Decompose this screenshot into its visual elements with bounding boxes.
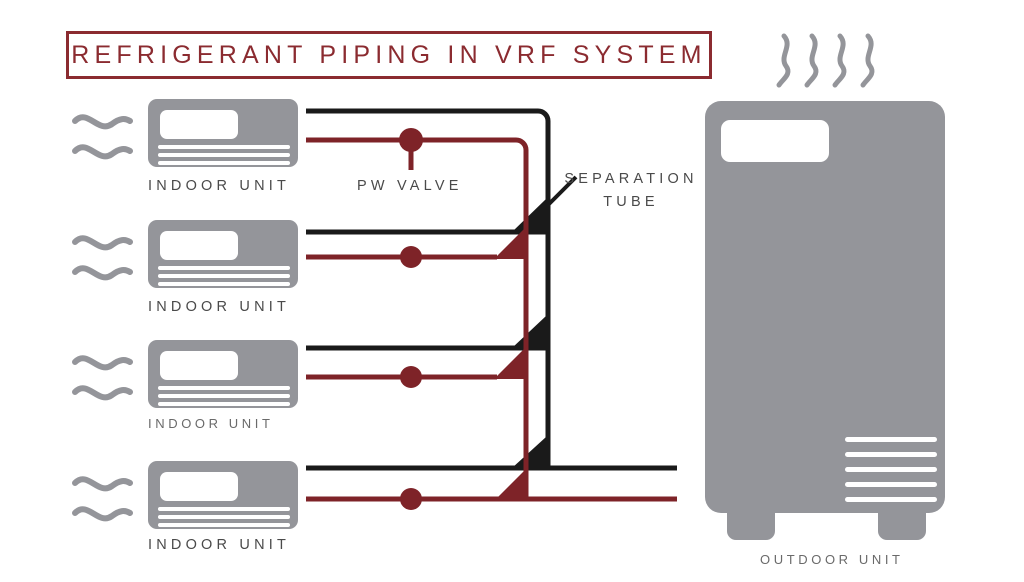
indoor-unit-2-label: INDOOR UNIT: [148, 299, 291, 315]
indoor-unit-3-label: INDOOR UNIT: [148, 416, 274, 431]
page-title-box: REFRIGERANT PIPING IN VRF SYSTEM: [66, 31, 712, 79]
outdoor-unit-graphic: [705, 101, 945, 540]
outdoor-display-panel: [721, 120, 829, 162]
airflow-waves-icon-2: [72, 235, 133, 281]
vrf-system-diagram: [72, 33, 945, 540]
airflow-waves-icon-3: [72, 355, 133, 401]
pw-valve-4: [400, 488, 422, 510]
pw-valve-1: [399, 128, 423, 152]
pw-valve-label: PW VALVE: [357, 178, 463, 194]
airflow-waves-icon-4: [72, 476, 133, 522]
diagram-canvas: REFRIGERANT PIPING IN VRF SYSTEM INDOOR …: [0, 0, 1024, 582]
outdoor-unit-label: OUTDOOR UNIT: [760, 552, 904, 567]
indoor-unit-1-label: INDOOR UNIT: [148, 178, 291, 194]
page-title: REFRIGERANT PIPING IN VRF SYSTEM: [71, 40, 707, 69]
airflow-waves-icon-1: [72, 114, 133, 160]
indoor-unit-2-graphic: [148, 220, 298, 288]
indoor-unit-4-graphic: [148, 461, 298, 529]
separation-tube-label-line1: SEPARATION: [564, 171, 698, 187]
indoor-unit-3-graphic: [148, 340, 298, 408]
pw-valve-3: [400, 366, 422, 388]
separation-tube-label-line2: TUBE: [603, 194, 659, 210]
pw-valve-2: [400, 246, 422, 268]
indoor-unit-1-graphic: [148, 99, 298, 167]
indoor-unit-4-label: INDOOR UNIT: [148, 537, 291, 553]
gas-branch-1: [306, 108, 551, 466]
heat-squiggles-icon: [776, 33, 875, 88]
gas-pipe-network: [306, 108, 677, 471]
